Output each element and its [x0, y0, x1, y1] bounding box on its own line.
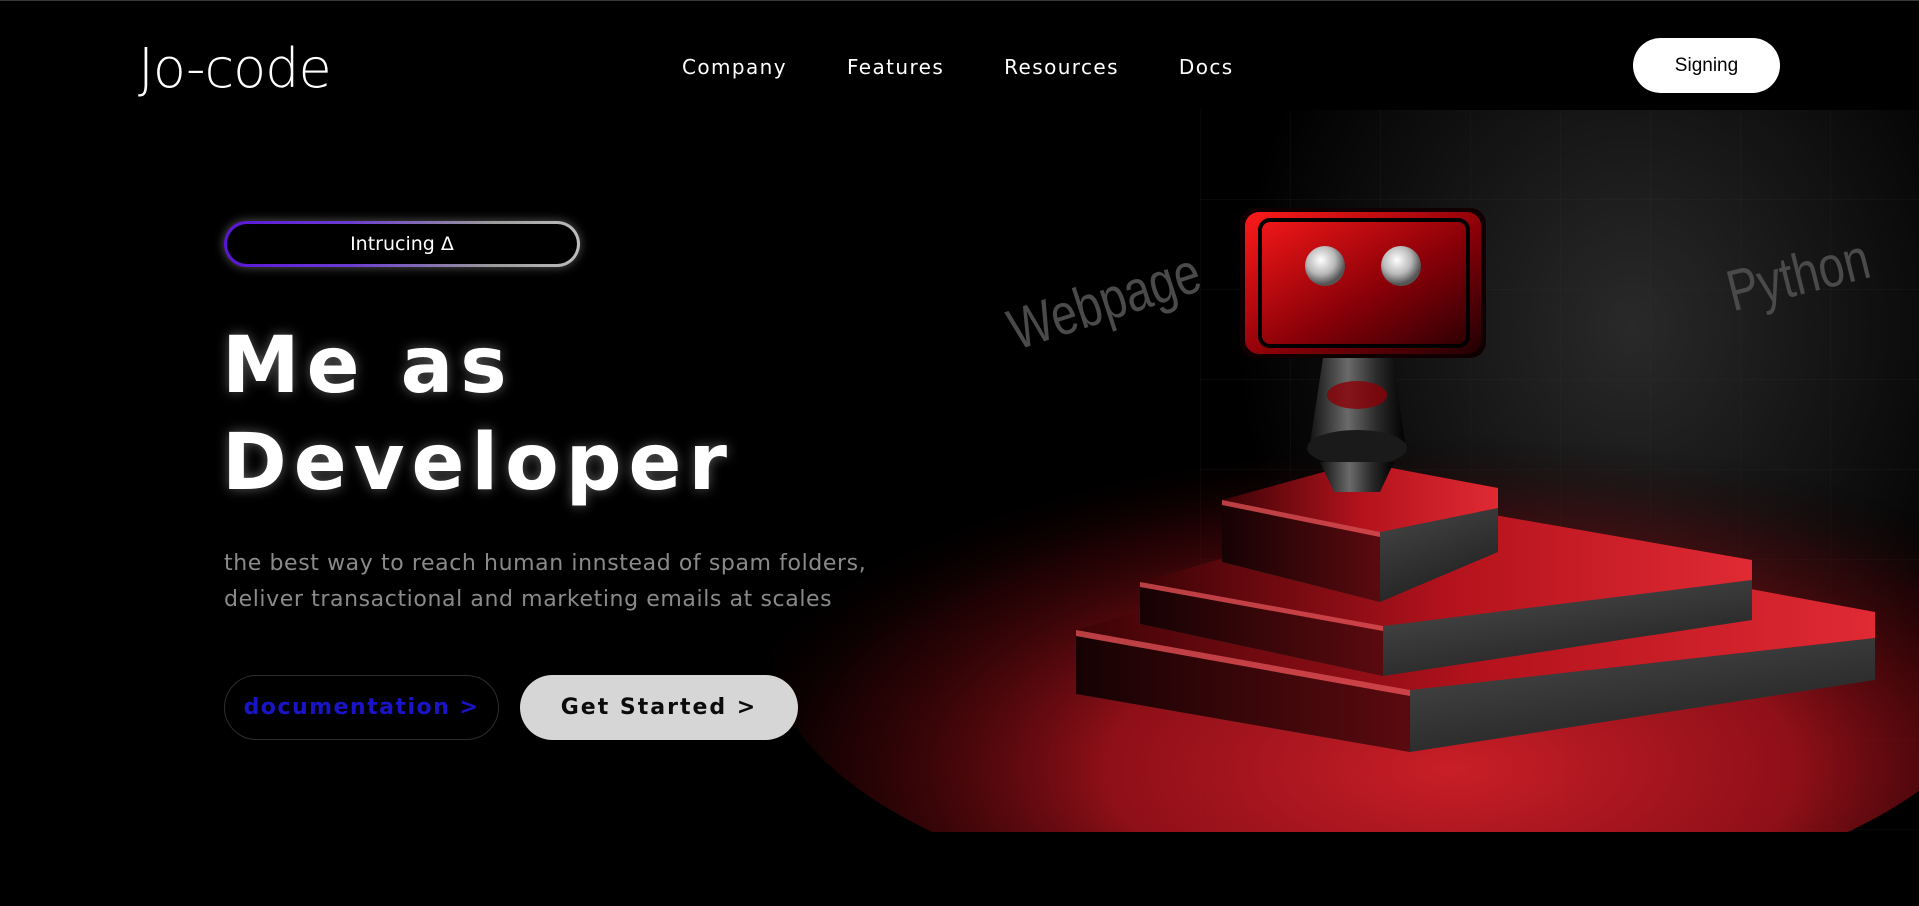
hero-headline: Me as Developer	[222, 318, 734, 512]
documentation-button[interactable]: documentation >	[224, 675, 499, 740]
top-divider	[0, 0, 1919, 1]
nav-resources[interactable]: Resources	[1004, 52, 1119, 82]
site-logo[interactable]: Jo-code	[138, 36, 332, 102]
headline-line-1: Me as	[222, 321, 514, 411]
nav-docs[interactable]: Docs	[1179, 52, 1234, 82]
nav-company[interactable]: Company	[682, 52, 787, 82]
main-nav: Company Features Resources Docs	[682, 52, 1294, 82]
get-started-button[interactable]: Get Started >	[520, 675, 798, 740]
description-line-2: deliver transactional and marketing emai…	[224, 587, 833, 612]
landing-page: Jo-code Company Features Resources Docs …	[0, 0, 1919, 906]
hero-description: the best way to reach human innstead of …	[224, 546, 924, 618]
description-line-1: the best way to reach human innstead of …	[224, 551, 867, 576]
hero-illustration: Webpage Python	[700, 90, 1919, 832]
headline-line-2: Developer	[222, 418, 734, 508]
robot-pedestal-image	[770, 208, 1919, 832]
nav-features[interactable]: Features	[847, 52, 944, 82]
signin-button[interactable]: Signing	[1633, 38, 1780, 93]
intro-badge[interactable]: Intrucing Δ	[224, 221, 580, 267]
